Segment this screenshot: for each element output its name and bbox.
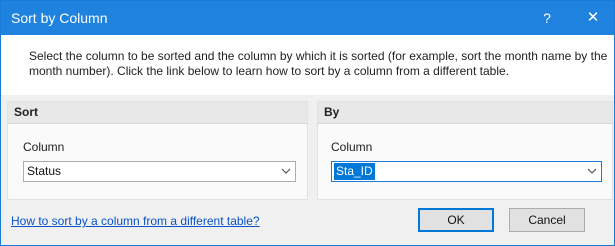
sort-column-dropdown[interactable]: Status [23,161,296,182]
sort-panel: Sort Column Status [7,101,308,200]
cancel-button[interactable]: Cancel [509,208,585,232]
sort-column-value: Status [27,164,62,178]
dialog-title: Sort by Column [11,10,108,26]
close-button[interactable]: ✕ [572,1,614,35]
chevron-down-icon[interactable] [587,161,597,188]
help-button[interactable]: ? [526,1,568,35]
by-panel-header: By [318,102,612,124]
ok-button[interactable]: OK [418,208,494,232]
sort-panel-header: Sort [8,102,307,124]
description-area: Select the column to be sorted and the c… [1,35,614,95]
description-text: Select the column to be sorted and the c… [29,49,608,78]
title-bar[interactable]: Sort by Column ? ✕ [1,1,614,35]
by-column-value: Sta_ID [334,163,375,180]
chevron-down-icon[interactable] [281,161,291,188]
by-column-dropdown[interactable]: Sta_ID [331,161,602,182]
by-column-label: Column [331,140,373,154]
sort-help-link[interactable]: How to sort by a column from a different… [11,214,260,228]
sort-by-column-dialog: Sort by Column ? ✕ Select the column to … [0,0,615,246]
by-panel: By Column Sta_ID [317,101,613,200]
sort-column-label: Column [23,140,65,154]
